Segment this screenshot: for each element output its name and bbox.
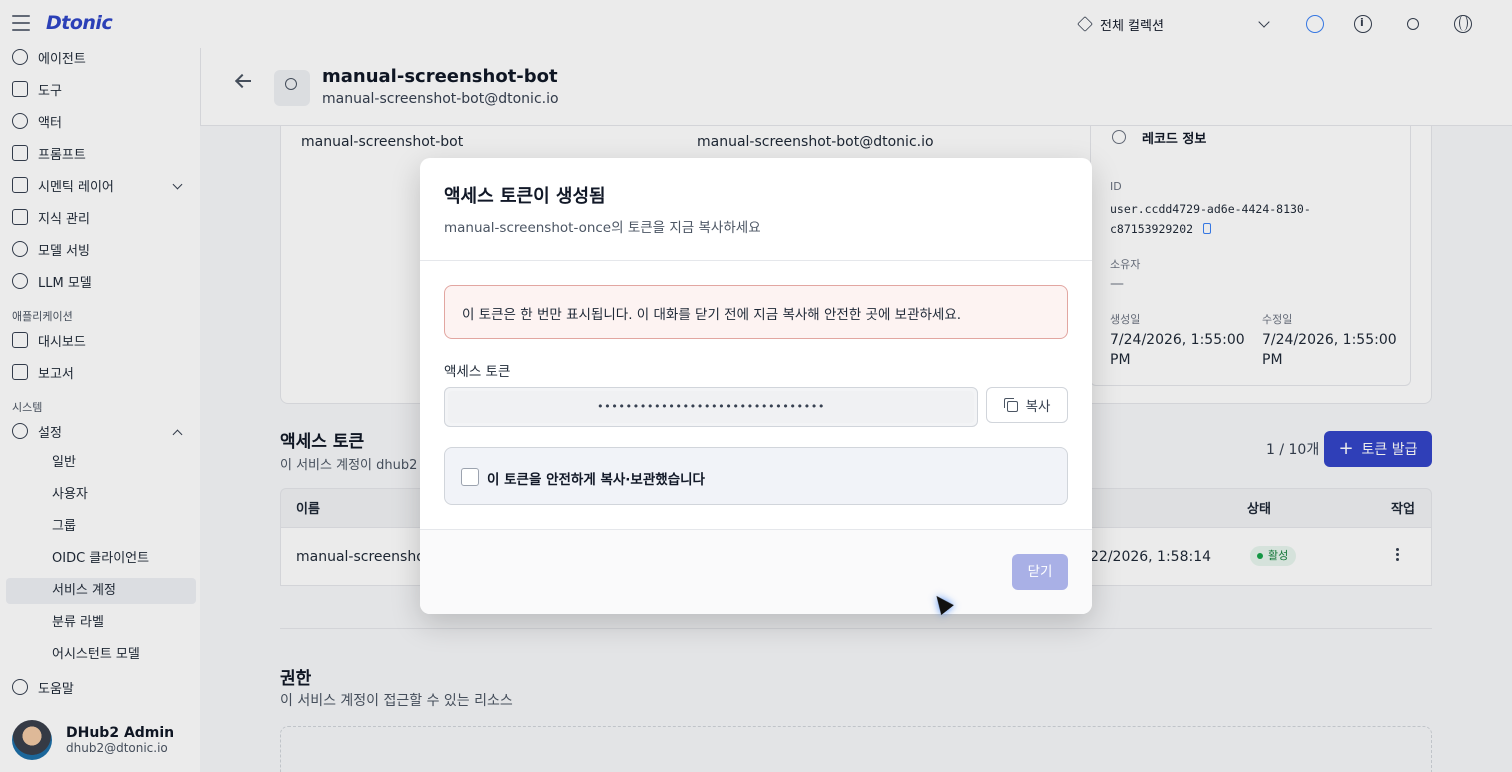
dialog-title: 액세스 토큰이 생성됨 [444, 186, 606, 207]
copy-icon [1003, 398, 1018, 412]
dialog-footer [420, 529, 1092, 614]
close-button[interactable]: 닫기 [1012, 554, 1068, 590]
warning-alert-text: 이 토큰은 한 번만 표시됩니다. 이 대화를 닫기 전에 지금 복사해 안전한… [462, 307, 962, 323]
confirm-checkbox[interactable] [461, 468, 479, 486]
copy-button[interactable]: 복사 [986, 387, 1068, 423]
warning-alert: 이 토큰은 한 번만 표시됩니다. 이 대화를 닫기 전에 지금 복사해 안전한… [444, 285, 1068, 339]
confirm-container[interactable]: 이 토큰을 안전하게 복사·보관했습니다 [444, 447, 1068, 505]
token-field-label: 액세스 토큰 [444, 364, 511, 380]
token-masked-value: •••••••••••••••••••••••••••••••• [448, 391, 974, 423]
confirm-label[interactable]: 이 토큰을 안전하게 복사·보관했습니다 [487, 468, 705, 488]
dialog-subtitle: manual-screenshot-once의 토큰을 지금 복사하세요 [444, 220, 761, 236]
copy-label: 복사 [1025, 399, 1051, 415]
token-created-dialog: 액세스 토큰이 생성됨 manual-screenshot-once의 토큰을 … [420, 158, 1092, 614]
divider [420, 260, 1092, 261]
token-input[interactable]: •••••••••••••••••••••••••••••••• [444, 387, 978, 427]
